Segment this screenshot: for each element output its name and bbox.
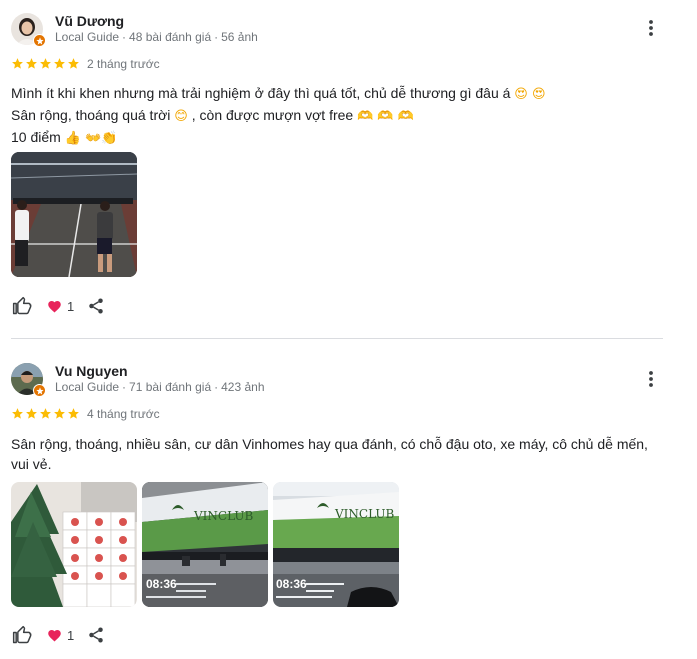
reviewer-avatar[interactable] [11,363,46,397]
review-time: 2 tháng trước [87,57,160,71]
thumb-up-icon [12,625,32,644]
share-icon [89,627,103,643]
smile-emoji: 😊 [174,109,188,124]
local-guide-badge-icon [33,34,46,47]
review-divider [11,338,663,339]
star-icon [40,408,51,419]
share-button[interactable] [86,296,106,316]
more-vert-icon [649,371,653,387]
reviewer-avatar[interactable] [11,13,46,47]
heart-eyes-emoji: 😍 😍 [514,87,546,102]
review-text-body: Sân rộng, thoáng, nhiều sân, cư dân Vinh… [11,436,648,472]
photo-timestamp: 08:36 [146,577,177,591]
review-count: 48 bài đánh giá [129,30,212,44]
heart-icon [48,630,61,642]
heart-hands-emoji: 🫶 🫶 🫶 [357,109,414,124]
reviewer-meta: Local Guide · 71 bài đánh giá · 423 ảnh [55,380,265,394]
review-text: Mình ít khi khen nhưng mà trải nghiệm ở … [11,83,661,149]
reviewer-name[interactable]: Vũ Dương [55,13,124,29]
photo-count: 423 ảnh [221,380,265,394]
reaction-summary[interactable]: 1 [47,628,74,643]
star-icon [40,58,51,69]
reaction-count: 1 [67,298,75,314]
thumbs-clap-emoji: 👍 👐👏 [64,131,118,146]
heart-icon [48,301,61,313]
vinclub-building-photo: VINCLUB 08:36 [142,482,268,607]
local-guide-label: Local Guide [55,30,120,44]
photo-timestamp: 08:36 [276,577,307,591]
reviewer-name[interactable]: Vu Nguyen [55,363,128,379]
star-icon [12,58,23,69]
local-guide-label: Local Guide [55,380,120,394]
star-icon [12,408,23,419]
star-icon [26,408,37,419]
review-photo[interactable]: VINCLUB 08:36 [142,482,268,607]
photo-sign-text: VINCLUB [193,509,254,523]
review-time: 4 tháng trước [87,407,160,421]
more-vert-icon [649,20,653,36]
star-rating [11,407,80,420]
photo-count: 56 ảnh [221,30,258,44]
review-actions: 1 [11,295,106,317]
review-text-line: Sân rộng, thoáng quá trời 😊 , còn được m… [11,107,414,124]
review-count: 71 bài đánh giá [129,380,212,394]
more-options-button[interactable] [640,368,662,390]
pickleball-court-photo [11,152,137,277]
star-icon [54,408,65,419]
review-actions: 1 [11,624,106,646]
star-icon [68,408,79,419]
review-photo[interactable]: VINCLUB 08:36 [273,482,399,607]
reaction-count: 1 [67,627,75,643]
share-icon [89,298,103,314]
vinclub-building-photo: VINCLUB 08:36 [273,482,399,607]
christmas-tree-boxes-photo [11,482,137,607]
local-guide-badge-icon [33,384,46,397]
photo-sign-text: VINCLUB [334,507,395,521]
review-photo[interactable] [11,152,137,277]
thumb-up-icon [12,296,32,315]
star-icon [68,58,79,69]
more-options-button[interactable] [640,17,662,39]
review-text-line: 10 điểm 👍 👐👏 [11,129,118,146]
review-text-line: Mình ít khi khen nhưng mà trải nghiệm ở … [11,85,546,102]
reaction-summary[interactable]: 1 [47,299,74,314]
share-button[interactable] [86,625,106,645]
like-button[interactable] [11,624,33,646]
reviewer-meta: Local Guide · 48 bài đánh giá · 56 ảnh [55,30,258,44]
star-icon [26,58,37,69]
review-photo[interactable] [11,482,137,607]
star-rating [11,57,80,70]
review-text: Sân rộng, thoáng, nhiều sân, cư dân Vinh… [11,434,661,474]
star-icon [54,58,65,69]
like-button[interactable] [11,295,33,317]
